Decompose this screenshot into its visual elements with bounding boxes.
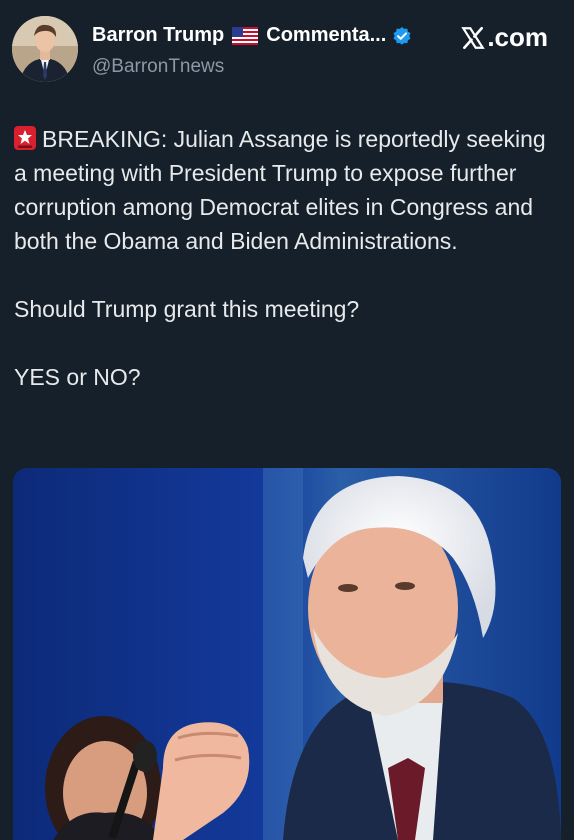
source-label: .com	[460, 22, 548, 53]
author-name-suffix[interactable]: Commenta...	[266, 24, 386, 47]
siren-icon	[14, 125, 36, 150]
photo-image	[13, 468, 561, 840]
avatar-image	[12, 16, 78, 82]
tweet-paragraph-1-text: BREAKING: Julian Assange is reportedly s…	[14, 126, 546, 254]
tweet-paragraph-3: YES or NO?	[14, 364, 141, 390]
author-display-name[interactable]: Barron Trump	[92, 24, 224, 47]
tweet-paragraph-1: BREAKING: Julian Assange is reportedly s…	[14, 122, 562, 258]
x-logo-icon	[461, 26, 486, 49]
tweet-paragraph-2: Should Trump grant this meeting?	[14, 296, 360, 322]
author-name-row[interactable]: Barron Trump Commenta...	[92, 24, 412, 47]
author-handle[interactable]: @BarronTnews	[92, 56, 224, 78]
tweet-text: BREAKING: Julian Assange is reportedly s…	[14, 122, 562, 394]
tweet-header: Barron Trump Commenta... @BarronTnews .c…	[12, 14, 560, 86]
verified-badge-icon	[392, 26, 412, 46]
author-avatar[interactable]	[12, 16, 78, 82]
source-label-text: .com	[487, 22, 548, 52]
tweet-media-photo[interactable]	[13, 468, 561, 840]
us-flag-icon	[232, 26, 259, 45]
